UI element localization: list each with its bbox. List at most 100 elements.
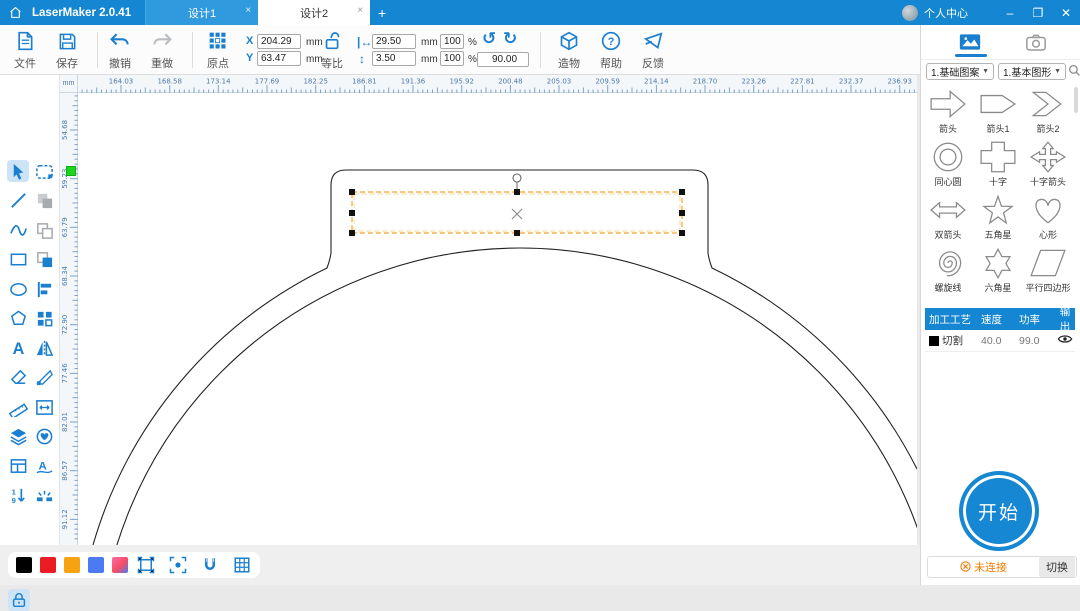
mirror-tool-icon[interactable] bbox=[33, 337, 55, 359]
shape-concentric-circle[interactable]: 同心圆 bbox=[923, 138, 973, 191]
eraser-tool-icon[interactable] bbox=[7, 367, 29, 389]
stamp-tool-icon[interactable] bbox=[33, 426, 55, 448]
ring-inner-circle[interactable] bbox=[98, 247, 917, 545]
intersect-tool-icon[interactable] bbox=[33, 249, 55, 271]
layers-tool-icon[interactable] bbox=[7, 426, 29, 448]
svg-text:164.03: 164.03 bbox=[109, 78, 134, 86]
ellipse-tool-icon[interactable] bbox=[7, 278, 29, 300]
tab-design2[interactable]: 设计2 × bbox=[258, 0, 371, 25]
feedback-button[interactable]: 反馈 bbox=[634, 29, 672, 71]
union-tool-icon[interactable] bbox=[33, 190, 55, 212]
horizontal-ruler: 164.03 168.58 173.14 177.69 182.25 186.81 191.… bbox=[78, 75, 917, 93]
selection-box[interactable] bbox=[349, 173, 685, 236]
subtract-tool-icon[interactable] bbox=[33, 219, 55, 241]
swatch-red[interactable] bbox=[40, 557, 56, 573]
new-tab-button[interactable]: + bbox=[370, 0, 394, 25]
rotate-cw-icon[interactable]: ↻ bbox=[503, 29, 517, 49]
avatar[interactable] bbox=[902, 4, 918, 21]
shape-cross-arrow[interactable]: 十字箭头 bbox=[1023, 138, 1073, 191]
rectangle-tool-icon[interactable] bbox=[7, 249, 29, 271]
shape-star5[interactable]: 五角星 bbox=[973, 191, 1023, 244]
subcategory-dropdown[interactable]: 1.基本图形 ▼ bbox=[998, 63, 1066, 80]
rotation-handle[interactable] bbox=[512, 173, 522, 183]
create-button[interactable]: 造物 bbox=[550, 29, 588, 71]
save-button[interactable]: 保存 bbox=[48, 29, 86, 71]
category-dropdown[interactable]: 1.基础图案 ▼ bbox=[926, 63, 994, 80]
weld-tool-icon[interactable] bbox=[33, 485, 55, 507]
start-button[interactable]: 开始 bbox=[959, 471, 1039, 551]
text-tool-icon[interactable]: A bbox=[7, 337, 29, 359]
swatch-orange[interactable] bbox=[64, 557, 80, 573]
sort-tool-icon[interactable]: 19 bbox=[7, 485, 29, 507]
polygon-tool-icon[interactable] bbox=[7, 308, 29, 330]
shape-arrow[interactable]: 箭头 bbox=[923, 85, 973, 138]
process-power[interactable]: 99.0 bbox=[1019, 335, 1055, 347]
width-percent-input[interactable]: 100 bbox=[440, 34, 464, 49]
select-tool-icon[interactable] bbox=[7, 160, 29, 182]
selection-handles[interactable] bbox=[349, 189, 685, 236]
shape-arrow2[interactable]: 箭头2 bbox=[1023, 85, 1073, 138]
aspect-ratio-lock-button[interactable]: 等比 bbox=[313, 29, 351, 71]
grid-toggle-icon[interactable] bbox=[232, 555, 252, 575]
rotate-ccw-icon[interactable]: ↺ bbox=[482, 29, 496, 49]
array-tool-icon[interactable] bbox=[33, 308, 55, 330]
ring-outer-path-with-tab[interactable] bbox=[92, 169, 917, 545]
shape-cross[interactable]: 十字 bbox=[973, 138, 1023, 191]
switch-device-button[interactable]: 切换 bbox=[1039, 557, 1075, 577]
search-icon[interactable] bbox=[1068, 64, 1080, 80]
shape-arrow1[interactable]: 箭头1 bbox=[973, 85, 1023, 138]
file-button[interactable]: 文件 bbox=[6, 29, 44, 71]
width-input[interactable]: 29.50 bbox=[372, 34, 416, 49]
rotate-angle-input[interactable]: 90.00 bbox=[477, 52, 529, 67]
origin-button[interactable]: 原点 bbox=[199, 29, 237, 71]
swatch-black[interactable] bbox=[16, 557, 32, 573]
shape-double-arrow[interactable]: 双箭头 bbox=[923, 191, 973, 244]
height-pct-label: % bbox=[468, 54, 477, 65]
swatch-gradient[interactable] bbox=[112, 557, 128, 573]
shapes-scrollbar[interactable] bbox=[1074, 87, 1078, 113]
tab-camera[interactable] bbox=[1021, 31, 1051, 53]
magnet-snap-icon[interactable] bbox=[200, 555, 220, 575]
gallery-icon bbox=[959, 34, 981, 50]
y-input[interactable]: 63.47 bbox=[257, 51, 301, 66]
home-icon[interactable] bbox=[0, 0, 30, 25]
shape-star6[interactable]: 六角星 bbox=[973, 244, 1023, 297]
undo-button[interactable]: 撤销 bbox=[101, 29, 139, 71]
help-button[interactable]: ? 帮助 bbox=[592, 29, 630, 71]
svg-text:186.81: 186.81 bbox=[352, 78, 377, 86]
text-path-tool-icon[interactable]: A bbox=[33, 455, 55, 477]
maximize-button[interactable]: ❐ bbox=[1024, 0, 1052, 25]
minimize-button[interactable]: – bbox=[996, 0, 1024, 25]
dimension-tool-icon[interactable] bbox=[33, 396, 55, 418]
curve-tool-icon[interactable] bbox=[7, 219, 29, 241]
line-tool-icon[interactable] bbox=[7, 190, 29, 212]
shape-spiral[interactable]: 螺旋线 bbox=[923, 244, 973, 297]
fit-view-icon[interactable] bbox=[168, 555, 188, 575]
lock-icon[interactable] bbox=[8, 589, 30, 611]
shape-heart[interactable]: 心形 bbox=[1023, 191, 1073, 244]
frame-select-icon[interactable] bbox=[136, 555, 156, 575]
table-tool-icon[interactable] bbox=[7, 455, 29, 477]
measure-tool-icon[interactable] bbox=[7, 396, 29, 418]
tab-design1-close-icon[interactable]: × bbox=[245, 5, 251, 16]
swatch-blue[interactable] bbox=[88, 557, 104, 573]
tab-gallery[interactable] bbox=[955, 31, 985, 53]
shape-parallelogram[interactable]: 平行四边形 bbox=[1023, 244, 1073, 297]
marquee-select-tool-icon[interactable] bbox=[33, 160, 55, 182]
tab-design2-close-icon[interactable]: × bbox=[357, 5, 363, 16]
svg-text:86.57: 86.57 bbox=[61, 461, 69, 481]
redo-button[interactable]: 重做 bbox=[143, 29, 181, 71]
height-percent-input[interactable]: 100 bbox=[440, 51, 464, 66]
layer-color-swatch[interactable] bbox=[929, 335, 939, 346]
height-input[interactable]: 3.50 bbox=[372, 51, 416, 66]
design-canvas[interactable] bbox=[78, 93, 917, 545]
align-tool-icon[interactable] bbox=[33, 278, 55, 300]
node-edit-tool-icon[interactable] bbox=[33, 367, 55, 389]
x-input[interactable]: 204.29 bbox=[257, 34, 301, 49]
process-speed[interactable]: 40.0 bbox=[981, 335, 1019, 347]
tab-design1[interactable]: 设计1 × bbox=[146, 0, 259, 25]
output-eye-icon[interactable] bbox=[1055, 333, 1075, 348]
close-button[interactable]: ✕ bbox=[1052, 0, 1080, 25]
process-row-cut[interactable]: 切割 40.0 99.0 bbox=[925, 330, 1075, 352]
user-center-label[interactable]: 个人中心 bbox=[924, 5, 968, 21]
